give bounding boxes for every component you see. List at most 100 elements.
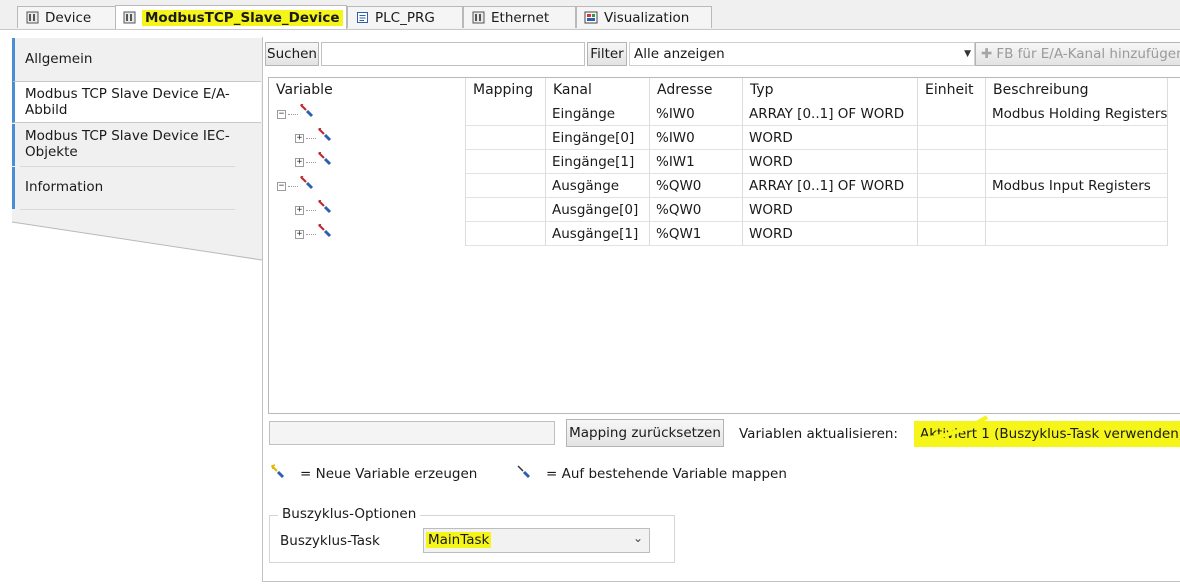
search-input[interactable] (321, 42, 585, 66)
search-button[interactable]: Suchen (265, 42, 319, 66)
cell-adresse[interactable]: %IW1 (650, 150, 743, 174)
cell-mapping[interactable] (466, 198, 546, 222)
cell-einheit[interactable] (918, 126, 986, 150)
cell-beschreibung[interactable] (986, 198, 1168, 222)
column-header-adresse[interactable]: Adresse (650, 78, 743, 102)
cell-kanal[interactable]: Ausgänge (546, 174, 650, 198)
cell-einheit[interactable] (918, 198, 986, 222)
cell-kanal[interactable]: Eingänge (546, 102, 650, 126)
tab-visualization[interactable]: Visualization (576, 6, 712, 28)
filter-select[interactable]: Alle anzeigen ▼ (629, 42, 975, 66)
expand-icon[interactable]: + (295, 205, 304, 215)
tab-device[interactable]: Device (17, 6, 117, 28)
add-fb-button[interactable]: ✚ FB für E/A-Kanal hinzufügen (975, 42, 1180, 66)
chevron-down-icon[interactable]: ▼ (964, 49, 971, 59)
cell-variable[interactable]: − (269, 174, 466, 198)
tab-plc-prg[interactable]: PLC_PRG (347, 6, 463, 28)
map-existing-variable-icon[interactable] (318, 126, 332, 150)
cell-typ[interactable]: WORD (743, 222, 918, 246)
reset-mapping-button[interactable]: Mapping zurücksetzen (566, 419, 724, 447)
io-mapping-grid: Variable Mapping Kanal Adresse Typ Einhe… (268, 77, 1180, 414)
cell-einheit[interactable] (918, 174, 986, 198)
tab-ethernet[interactable]: Ethernet (463, 6, 576, 28)
buscycle-task-select[interactable]: MainTask ⌄ (423, 528, 650, 553)
cell-adresse[interactable]: %IW0 (650, 126, 743, 150)
column-header-einheit[interactable]: Einheit (918, 78, 986, 102)
cell-variable[interactable]: + (269, 198, 466, 222)
cell-beschreibung[interactable] (986, 222, 1168, 246)
reset-mapping-label: Mapping zurücksetzen (569, 425, 721, 441)
buscycle-task-label: Buszyklus-Task (280, 533, 380, 549)
nav-item-label: Allgemein (25, 51, 93, 67)
tree-connector (288, 185, 298, 187)
update-variables-label: Variablen aktualisieren: (739, 426, 898, 442)
annotation-stroke (918, 415, 989, 441)
cell-variable[interactable]: + (269, 126, 466, 150)
map-existing-variable-icon[interactable] (300, 174, 314, 198)
tree-connector (306, 161, 316, 163)
column-header-mapping[interactable]: Mapping (466, 78, 546, 102)
collapse-icon[interactable]: − (277, 109, 286, 119)
map-existing-variable-icon[interactable] (318, 222, 332, 246)
column-header-kanal[interactable]: Kanal (546, 78, 650, 102)
cell-mapping[interactable] (466, 174, 546, 198)
cell-mapping[interactable] (466, 222, 546, 246)
cell-beschreibung[interactable] (986, 150, 1168, 174)
tab-label: Ethernet (491, 9, 550, 26)
column-header-variable[interactable]: Variable (269, 78, 466, 102)
map-existing-variable-icon (515, 463, 533, 485)
column-header-beschreibung[interactable]: Beschreibung (986, 78, 1168, 102)
expand-icon[interactable]: + (295, 157, 304, 167)
cell-beschreibung[interactable] (986, 126, 1168, 150)
nav-item-information[interactable]: Information (12, 167, 261, 209)
cell-einheit[interactable] (918, 222, 986, 246)
cell-adresse[interactable]: %IW0 (650, 102, 743, 126)
tree-node: − (277, 102, 316, 126)
filter-button[interactable]: Filter (587, 42, 627, 66)
cell-kanal[interactable]: Ausgänge[0] (546, 198, 650, 222)
mapping-text-field[interactable] (269, 421, 555, 445)
cell-typ[interactable]: ARRAY [0..1] OF WORD (743, 102, 918, 126)
new-variable-icon (269, 463, 287, 485)
cell-adresse[interactable]: %QW1 (650, 222, 743, 246)
cell-kanal[interactable]: Eingänge[1] (546, 150, 650, 174)
cell-typ[interactable]: ARRAY [0..1] OF WORD (743, 174, 918, 198)
cell-adresse[interactable]: %QW0 (650, 174, 743, 198)
expand-icon[interactable]: + (295, 229, 304, 239)
cell-mapping[interactable] (466, 150, 546, 174)
map-existing-variable-icon[interactable] (318, 150, 332, 174)
cell-kanal[interactable]: Eingänge[0] (546, 126, 650, 150)
nav-item-allgemein[interactable]: Allgemein (12, 38, 261, 81)
nav-item-ea-abbild[interactable]: Modbus TCP Slave Device E/A-Abbild (12, 81, 261, 123)
cell-typ[interactable]: WORD (743, 150, 918, 174)
cell-mapping[interactable] (466, 126, 546, 150)
cell-einheit[interactable] (918, 150, 986, 174)
tab-modbustcp-slave-device[interactable]: ModbusTCP_Slave_Device × (115, 5, 362, 29)
cell-beschreibung[interactable]: Modbus Holding Registers (986, 102, 1168, 126)
cell-variable[interactable]: + (269, 222, 466, 246)
tree-connector (306, 209, 316, 211)
cell-beschreibung[interactable]: Modbus Input Registers (986, 174, 1168, 198)
nav-item-iec-objekte[interactable]: Modbus TCP Slave Device IEC-Objekte (12, 124, 261, 166)
cell-einheit[interactable] (918, 102, 986, 126)
cell-mapping[interactable] (466, 102, 546, 126)
tab-label: PLC_PRG (375, 9, 435, 26)
expand-icon[interactable]: + (295, 133, 304, 143)
map-existing-variable-icon[interactable] (318, 198, 332, 222)
nav-separator (20, 209, 235, 210)
cell-adresse[interactable]: %QW0 (650, 198, 743, 222)
collapse-icon[interactable]: − (277, 181, 286, 191)
program-icon (355, 11, 369, 25)
cell-typ[interactable]: WORD (743, 198, 918, 222)
buscycle-task-value: MainTask (426, 532, 492, 548)
chevron-down-icon[interactable]: ⌄ (633, 531, 643, 545)
cell-variable[interactable]: − (269, 102, 466, 126)
nav-item-label: Modbus TCP Slave Device E/A-Abbild (25, 86, 230, 118)
map-existing-variable-icon[interactable] (300, 102, 314, 126)
cell-variable[interactable]: + (269, 150, 466, 174)
cell-typ[interactable]: WORD (743, 126, 918, 150)
tree-node: + (295, 198, 334, 222)
editor-nav-pane: Allgemein Modbus TCP Slave Device E/A-Ab… (0, 30, 262, 585)
column-header-typ[interactable]: Typ (743, 78, 918, 102)
cell-kanal[interactable]: Ausgänge[1] (546, 222, 650, 246)
